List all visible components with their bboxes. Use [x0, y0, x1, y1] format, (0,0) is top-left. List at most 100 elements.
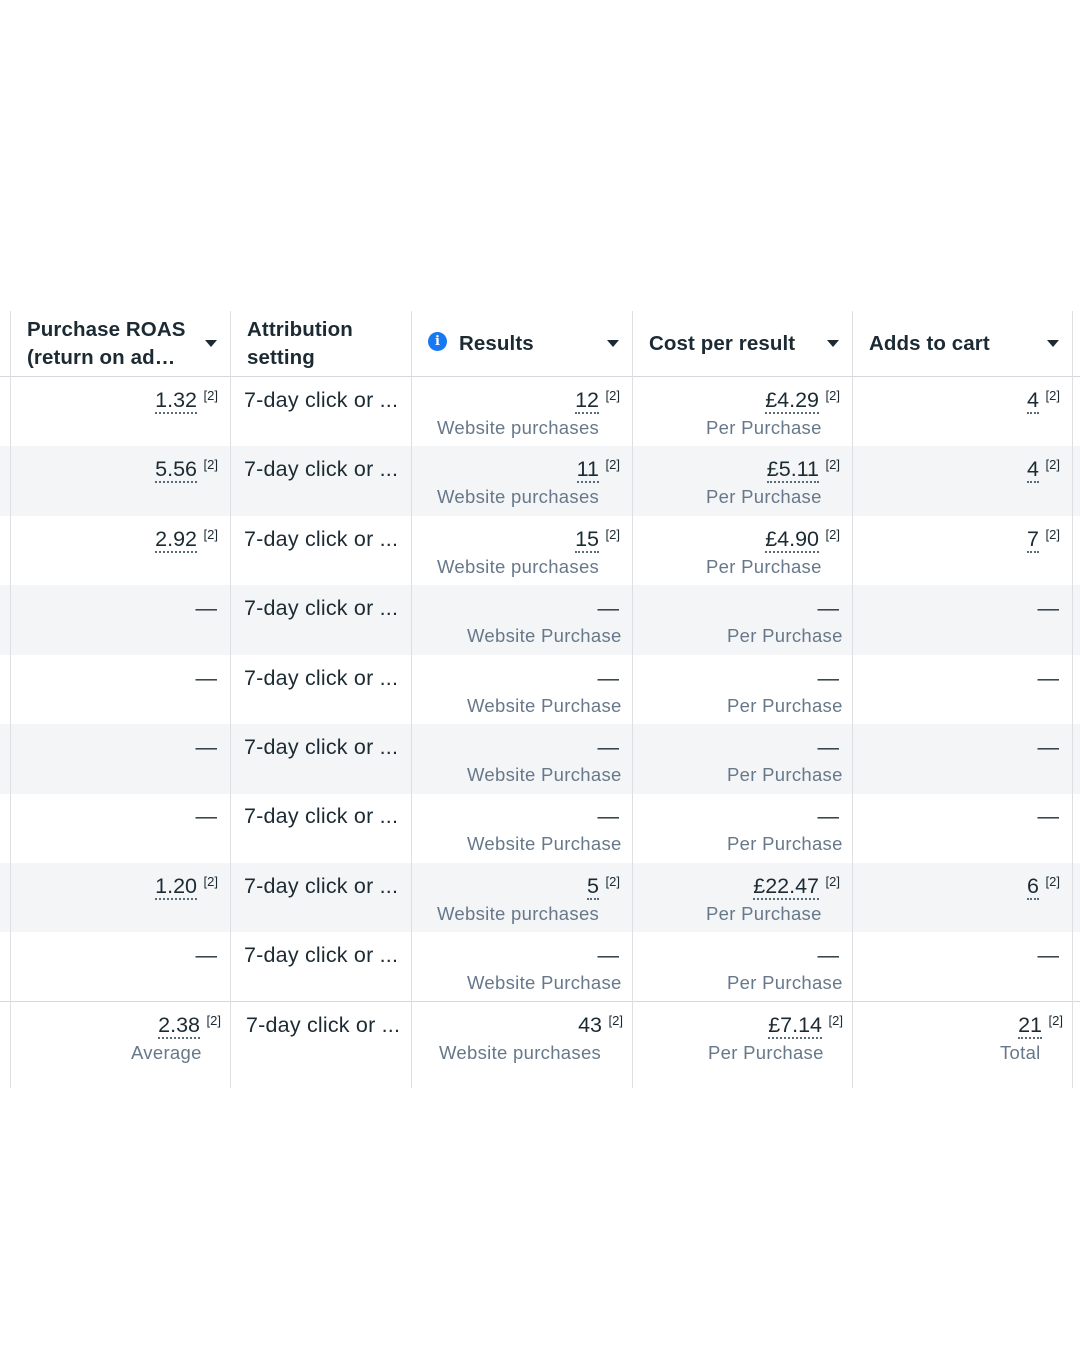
results-value[interactable]: 12 — [575, 388, 599, 414]
reference-mark: [2] — [1045, 873, 1060, 889]
cost-cell: — Per Purchase — [633, 585, 853, 655]
cost-type-label: Per Purchase — [727, 833, 843, 855]
reference-mark: [2] — [825, 873, 840, 889]
cost-cell: — Per Purchase — [633, 655, 853, 725]
adds-value[interactable]: 4 — [1027, 388, 1039, 414]
cost-type-label: Per Purchase — [727, 625, 843, 647]
roas-cell: 2.92 [2] — [11, 516, 231, 586]
cost-value[interactable]: £5.11 — [766, 457, 819, 484]
column-header-purchase-roas[interactable]: Purchase ROAS (return on ad… — [11, 311, 231, 376]
column-header-adds-to-cart[interactable]: Adds to cart — [853, 311, 1073, 376]
attribution-value: 7-day click or ... — [244, 388, 399, 412]
reference-mark: [2] — [608, 1013, 623, 1028]
sort-caret-icon[interactable] — [607, 340, 619, 347]
adds-empty-value: — — [1037, 665, 1060, 690]
reference-mark: [2] — [828, 1013, 843, 1028]
results-value[interactable]: 11 — [576, 457, 599, 484]
reference-mark: [2] — [206, 1013, 221, 1028]
attribution-value: 7-day click or ... — [244, 457, 399, 482]
total-cost-value[interactable]: £7.14 — [768, 1013, 822, 1039]
cost-type-label: Per Purchase — [706, 486, 822, 508]
adds-value[interactable]: 7 — [1027, 526, 1039, 553]
total-roas-value[interactable]: 2.38 — [158, 1013, 200, 1039]
cost-empty-value: — — [817, 804, 840, 829]
results-type-label: Website Purchase — [467, 833, 622, 855]
results-empty-value: — — [597, 596, 620, 621]
attribution-value: 7-day click or ... — [244, 596, 399, 621]
attribution-cell: 7-day click or ... — [231, 446, 412, 516]
roas-empty-value: — — [195, 596, 218, 621]
reference-mark: [2] — [203, 526, 218, 542]
info-icon[interactable]: i — [428, 332, 447, 351]
table-row: — 7-day click or ... — Website Purchase — Per… — [0, 724, 1080, 794]
roas-empty-value: — — [195, 665, 218, 690]
roas-empty-value: — — [195, 735, 218, 759]
sort-caret-icon[interactable] — [1047, 340, 1059, 347]
column-header-attribution-setting[interactable]: Attribution setting — [231, 311, 412, 376]
cost-value[interactable]: £4.90 — [765, 526, 819, 553]
cost-empty-value: — — [817, 596, 840, 621]
attribution-value: 7-day click or ... — [244, 943, 399, 968]
adds-cell: 7 [2] — [853, 516, 1073, 586]
roas-value[interactable]: 1.20 — [155, 873, 197, 900]
adds-cell: — — [853, 793, 1073, 863]
cost-cell: £5.11 [2] Per Purchase — [633, 446, 853, 516]
total-cost-cell: £7.14 [2] Per Purchase — [633, 1002, 853, 1088]
roas-cell: — — [11, 932, 231, 1002]
attribution-value: 7-day click or ... — [244, 735, 399, 759]
roas-empty-value: — — [195, 943, 218, 968]
results-cell: — Website Purchase — [412, 585, 633, 655]
adds-value[interactable]: 6 — [1027, 873, 1039, 900]
column-header-results[interactable]: i Results — [412, 311, 633, 376]
cost-value[interactable]: £22.47 — [753, 873, 819, 900]
roas-cell: 1.32 [2] — [11, 377, 231, 447]
cost-value[interactable]: £4.29 — [765, 388, 819, 414]
reference-mark: [2] — [203, 873, 218, 889]
results-cell: 5 [2] Website purchases — [412, 863, 633, 933]
sort-caret-icon[interactable] — [827, 340, 839, 347]
attribution-cell: 7-day click or ... — [231, 932, 412, 1002]
adds-cell: 4 [2] — [853, 446, 1073, 516]
total-attribution-cell: 7-day click or ... — [231, 1002, 412, 1088]
reference-mark: [2] — [605, 526, 620, 542]
cost-cell: — Per Purchase — [633, 932, 853, 1002]
cost-cell: — Per Purchase — [633, 793, 853, 863]
table-row: — 7-day click or ... — Website Purchase — Per… — [0, 932, 1080, 1002]
roas-cell: — — [11, 585, 231, 655]
table-header: Purchase ROAS (return on ad… Attribution… — [0, 311, 1080, 376]
cost-cell: £4.90 [2] Per Purchase — [633, 516, 853, 586]
roas-value[interactable]: 1.32 — [155, 388, 197, 414]
total-adds-label: Total — [1000, 1042, 1041, 1063]
roas-cell: — — [11, 793, 231, 863]
column-header-purchase-roas-line2: (return on ad… — [27, 345, 176, 369]
results-value[interactable]: 5 — [587, 873, 599, 900]
reference-mark: [2] — [1048, 1013, 1063, 1028]
results-cell: — Website Purchase — [412, 932, 633, 1002]
attribution-cell: 7-day click or ... — [231, 863, 412, 933]
adds-cell: — — [853, 724, 1073, 794]
reference-mark: [2] — [825, 457, 840, 473]
sort-caret-icon[interactable] — [205, 340, 217, 347]
results-type-label: Website Purchase — [467, 625, 622, 647]
results-cell: — Website Purchase — [412, 655, 633, 725]
attribution-value: 7-day click or ... — [244, 873, 399, 898]
adds-cell: 4 [2] — [853, 377, 1073, 447]
results-cell: 11 [2] Website purchases — [412, 446, 633, 516]
cost-empty-value: — — [817, 943, 840, 968]
roas-value[interactable]: 2.92 — [155, 526, 197, 553]
attribution-cell: 7-day click or ... — [231, 793, 412, 863]
roas-value[interactable]: 5.56 — [155, 457, 197, 484]
cost-cell: £22.47 [2] Per Purchase — [633, 863, 853, 933]
cost-type-label: Per Purchase — [727, 694, 843, 716]
total-adds-value[interactable]: 21 — [1018, 1013, 1042, 1039]
total-adds-cell: 21 [2] Total — [853, 1002, 1073, 1088]
results-cell: — Website Purchase — [412, 793, 633, 863]
adds-value[interactable]: 4 — [1027, 457, 1039, 484]
total-roas-cell: 2.38 [2] Average — [11, 1002, 231, 1088]
total-cost-label: Per Purchase — [708, 1042, 824, 1063]
cost-cell: £4.29 [2] Per Purchase — [633, 377, 853, 447]
column-header-cost-per-result[interactable]: Cost per result — [633, 311, 853, 376]
results-value[interactable]: 15 — [575, 526, 599, 553]
total-attribution-value: 7-day click or ... — [246, 1013, 401, 1037]
roas-empty-value: — — [195, 804, 218, 829]
